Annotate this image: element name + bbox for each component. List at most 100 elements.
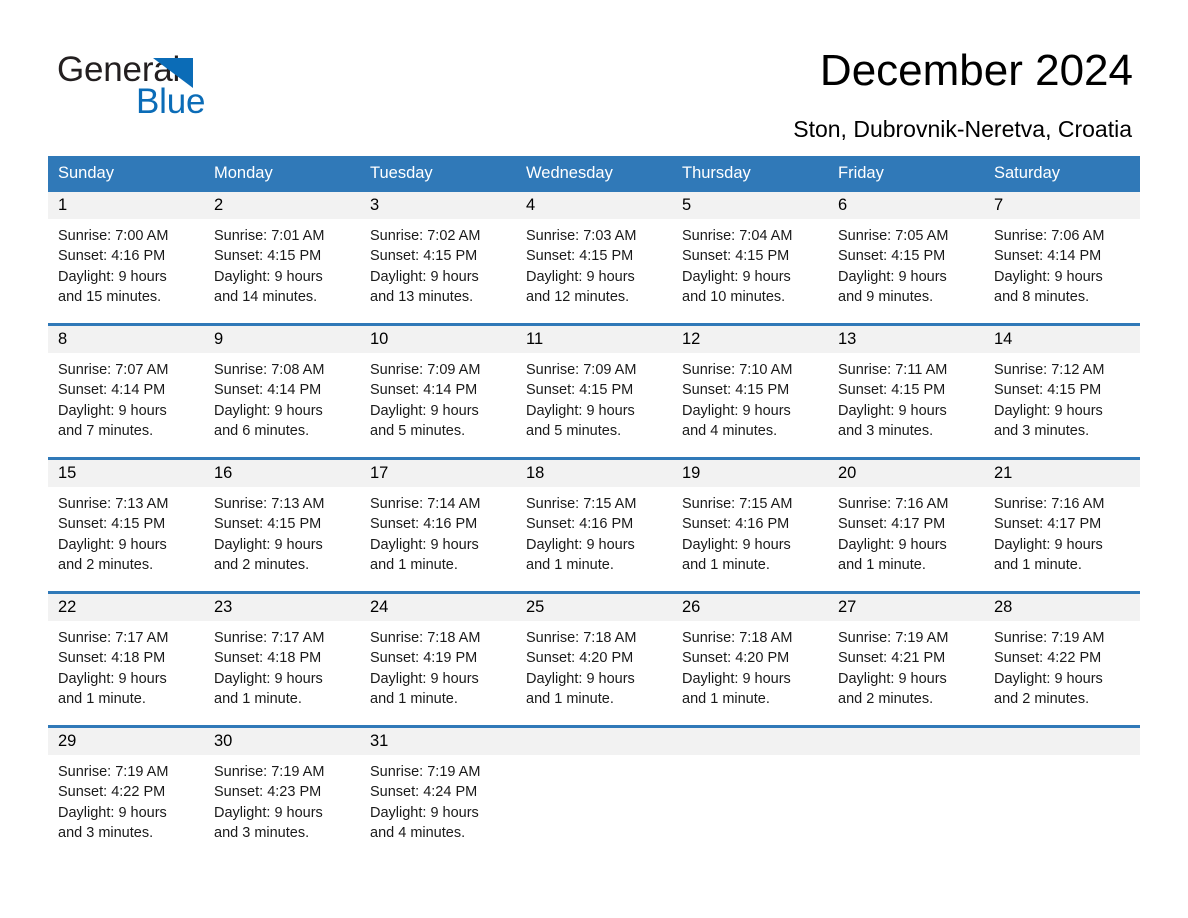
calendar-day-cell-empty [516, 725, 672, 861]
sunrise-text: Sunrise: 7:15 AM [682, 496, 793, 512]
calendar-day-cell[interactable]: 5 Sunrise: 7:04 AM Sunset: 4:15 PM Daylight… [672, 189, 828, 325]
calendar-day-cell-empty [984, 725, 1140, 861]
general-blue-logo[interactable]: General Blue [57, 52, 357, 132]
calendar-week-row: 8 Sunrise: 7:07 AM Sunset: 4:14 PM Daylight… [48, 323, 1140, 459]
day-number: 17 [370, 464, 389, 482]
daylight-text-line1: Daylight: 9 hours [214, 670, 323, 687]
sunrise-text: Sunrise: 7:10 AM [682, 362, 793, 378]
calendar-header-row: Sunday Monday Tuesday Wednesday Thursday… [48, 156, 1140, 191]
sunrise-text: Sunrise: 7:18 AM [370, 630, 481, 646]
weekday-header-tuesday: Tuesday [360, 156, 516, 191]
daylight-text-line2: and 9 minutes. [838, 288, 934, 305]
day-number: 18 [526, 464, 545, 482]
calendar-day-cell[interactable]: 4 Sunrise: 7:03 AM Sunset: 4:15 PM Daylight… [516, 189, 672, 325]
calendar-day-cell[interactable]: 23 Sunrise: 7:17 AM Sunset: 4:18 PM Dayligh… [204, 591, 360, 727]
daylight-text-line2: and 1 minute. [682, 556, 770, 573]
calendar-day-cell[interactable]: 19 Sunrise: 7:15 AM Sunset: 4:16 PM Dayligh… [672, 457, 828, 593]
daylight-text-line2: and 1 minute. [994, 556, 1082, 573]
calendar-day-cell[interactable]: 13 Sunrise: 7:11 AM Sunset: 4:15 PM Dayligh… [828, 323, 984, 459]
daylight-text-line2: and 13 minutes. [370, 288, 474, 305]
daylight-text-line1: Daylight: 9 hours [682, 536, 791, 553]
calendar-day-cell[interactable]: 21 Sunrise: 7:16 AM Sunset: 4:17 PM Dayligh… [984, 457, 1140, 593]
calendar-day-cell[interactable]: 22 Sunrise: 7:17 AM Sunset: 4:18 PM Dayligh… [48, 591, 204, 727]
day-number: 19 [682, 464, 701, 482]
daylight-text-line2: and 12 minutes. [526, 288, 630, 305]
sunrise-text: Sunrise: 7:14 AM [370, 496, 481, 512]
day-number: 12 [682, 330, 701, 348]
sunrise-text: Sunrise: 7:02 AM [370, 228, 481, 244]
sunset-text: Sunset: 4:18 PM [214, 650, 322, 667]
daylight-text-line1: Daylight: 9 hours [526, 670, 635, 687]
sunrise-text: Sunrise: 7:03 AM [526, 228, 637, 244]
calendar-day-cell[interactable]: 9 Sunrise: 7:08 AM Sunset: 4:14 PM Daylight… [204, 323, 360, 459]
calendar-day-cell[interactable]: 11 Sunrise: 7:09 AM Sunset: 4:15 PM Dayligh… [516, 323, 672, 459]
sunrise-text: Sunrise: 7:17 AM [214, 630, 325, 646]
daylight-text-line1: Daylight: 9 hours [682, 402, 791, 419]
daylight-text-line1: Daylight: 9 hours [370, 268, 479, 285]
calendar-day-cell[interactable]: 29 Sunrise: 7:19 AM Sunset: 4:22 PM Dayligh… [48, 725, 204, 861]
calendar-day-cell[interactable]: 14 Sunrise: 7:12 AM Sunset: 4:15 PM Dayligh… [984, 323, 1140, 459]
day-number: 9 [214, 330, 224, 348]
calendar-day-cell[interactable]: 8 Sunrise: 7:07 AM Sunset: 4:14 PM Daylight… [48, 323, 204, 459]
daylight-text-line1: Daylight: 9 hours [682, 670, 791, 687]
weekday-header-wednesday: Wednesday [516, 156, 672, 191]
calendar-day-cell[interactable]: 24 Sunrise: 7:18 AM Sunset: 4:19 PM Dayligh… [360, 591, 516, 727]
calendar-day-cell[interactable]: 12 Sunrise: 7:10 AM Sunset: 4:15 PM Dayligh… [672, 323, 828, 459]
calendar-day-cell[interactable]: 7 Sunrise: 7:06 AM Sunset: 4:14 PM Daylight… [984, 189, 1140, 325]
daylight-text-line2: and 5 minutes. [370, 422, 466, 439]
day-number: 20 [838, 464, 857, 482]
daylight-text-line2: and 1 minute. [838, 556, 926, 573]
daylight-text-line2: and 3 minutes. [58, 824, 154, 841]
daylight-text-line1: Daylight: 9 hours [838, 536, 947, 553]
day-number: 24 [370, 598, 389, 616]
sunrise-text: Sunrise: 7:19 AM [370, 764, 481, 780]
calendar-day-cell[interactable]: 26 Sunrise: 7:18 AM Sunset: 4:20 PM Dayligh… [672, 591, 828, 727]
sunset-text: Sunset: 4:14 PM [994, 248, 1102, 265]
calendar-day-cell[interactable]: 15 Sunrise: 7:13 AM Sunset: 4:15 PM Dayligh… [48, 457, 204, 593]
daylight-text-line1: Daylight: 9 hours [838, 268, 947, 285]
calendar-week-row: 22 Sunrise: 7:17 AM Sunset: 4:18 PM Dayligh… [48, 591, 1140, 727]
sunrise-text: Sunrise: 7:01 AM [214, 228, 325, 244]
calendar-day-cell[interactable]: 18 Sunrise: 7:15 AM Sunset: 4:16 PM Dayligh… [516, 457, 672, 593]
weekday-header-friday: Friday [828, 156, 984, 191]
calendar-day-cell[interactable]: 31 Sunrise: 7:19 AM Sunset: 4:24 PM Dayligh… [360, 725, 516, 861]
day-number: 25 [526, 598, 545, 616]
daylight-text-line1: Daylight: 9 hours [370, 670, 479, 687]
calendar-day-cell-empty [828, 725, 984, 861]
sunset-text: Sunset: 4:15 PM [526, 248, 634, 265]
calendar-day-cell[interactable]: 30 Sunrise: 7:19 AM Sunset: 4:23 PM Dayligh… [204, 725, 360, 861]
day-number: 21 [994, 464, 1013, 482]
calendar-day-cell[interactable]: 3 Sunrise: 7:02 AM Sunset: 4:15 PM Daylight… [360, 189, 516, 325]
calendar-day-cell[interactable]: 25 Sunrise: 7:18 AM Sunset: 4:20 PM Dayligh… [516, 591, 672, 727]
daylight-text-line2: and 2 minutes. [214, 556, 310, 573]
daylight-text-line1: Daylight: 9 hours [526, 402, 635, 419]
day-number: 29 [58, 732, 77, 750]
daylight-text-line1: Daylight: 9 hours [214, 268, 323, 285]
calendar-day-cell[interactable]: 10 Sunrise: 7:09 AM Sunset: 4:14 PM Dayligh… [360, 323, 516, 459]
calendar-day-cell[interactable]: 2 Sunrise: 7:01 AM Sunset: 4:15 PM Daylight… [204, 189, 360, 325]
calendar-page: General Blue December 2024 Ston, Dubrovn… [0, 0, 1188, 918]
daylight-text-line2: and 4 minutes. [370, 824, 466, 841]
calendar-day-cell[interactable]: 27 Sunrise: 7:19 AM Sunset: 4:21 PM Dayligh… [828, 591, 984, 727]
sunrise-text: Sunrise: 7:11 AM [838, 362, 948, 378]
calendar-day-cell[interactable]: 20 Sunrise: 7:16 AM Sunset: 4:17 PM Dayligh… [828, 457, 984, 593]
calendar-day-cell[interactable]: 16 Sunrise: 7:13 AM Sunset: 4:15 PM Dayligh… [204, 457, 360, 593]
daylight-text-line1: Daylight: 9 hours [838, 670, 947, 687]
daylight-text-line1: Daylight: 9 hours [214, 536, 323, 553]
sunset-text: Sunset: 4:16 PM [370, 516, 478, 533]
weekday-header-thursday: Thursday [672, 156, 828, 191]
sunset-text: Sunset: 4:15 PM [214, 516, 322, 533]
calendar-day-cell[interactable]: 6 Sunrise: 7:05 AM Sunset: 4:15 PM Daylight… [828, 189, 984, 325]
daylight-text-line1: Daylight: 9 hours [58, 670, 167, 687]
daylight-text-line1: Daylight: 9 hours [526, 268, 635, 285]
daylight-text-line1: Daylight: 9 hours [370, 402, 479, 419]
calendar-day-cell[interactable]: 17 Sunrise: 7:14 AM Sunset: 4:16 PM Dayligh… [360, 457, 516, 593]
sunrise-text: Sunrise: 7:09 AM [526, 362, 637, 378]
sunset-text: Sunset: 4:15 PM [838, 382, 946, 399]
sunrise-text: Sunrise: 7:13 AM [58, 496, 169, 512]
calendar-day-cell[interactable]: 28 Sunrise: 7:19 AM Sunset: 4:22 PM Dayligh… [984, 591, 1140, 727]
sunrise-text: Sunrise: 7:12 AM [994, 362, 1105, 378]
daylight-text-line2: and 2 minutes. [838, 690, 934, 707]
calendar-day-cell[interactable]: 1 Sunrise: 7:00 AM Sunset: 4:16 PM Daylight… [48, 189, 204, 325]
sunrise-text: Sunrise: 7:07 AM [58, 362, 169, 378]
